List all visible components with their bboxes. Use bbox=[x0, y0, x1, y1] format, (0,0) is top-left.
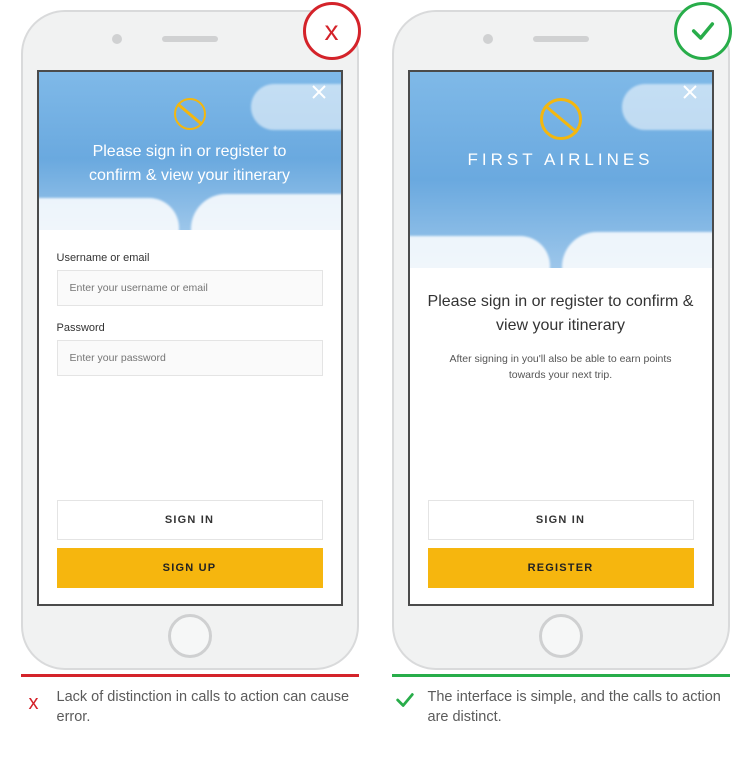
phone-speaker bbox=[533, 36, 589, 42]
caption-text-good: The interface is simple, and the calls t… bbox=[428, 687, 728, 728]
home-button[interactable] bbox=[539, 614, 583, 658]
phone-camera bbox=[112, 34, 122, 44]
sky-header: FIRST AIRLINES bbox=[410, 72, 712, 268]
logo-icon bbox=[174, 98, 206, 130]
phone-frame-good: FIRST AIRLINES Please sign in or registe… bbox=[392, 10, 730, 670]
sky-header: Please sign in or register to confirm & … bbox=[39, 72, 341, 230]
signin-label: SIGN IN bbox=[536, 514, 585, 526]
x-icon: x bbox=[325, 17, 339, 45]
password-input[interactable] bbox=[57, 340, 323, 376]
signin-label: SIGN IN bbox=[165, 514, 214, 526]
username-label: Username or email bbox=[57, 252, 323, 264]
cloud-icon bbox=[562, 232, 712, 268]
x-icon: x bbox=[23, 687, 45, 717]
brand-name: FIRST AIRLINES bbox=[467, 150, 653, 170]
signup-label: SIGN UP bbox=[163, 562, 217, 574]
caption-bar-bad bbox=[21, 674, 359, 677]
header-heading: Please sign in or register to confirm & … bbox=[39, 140, 341, 188]
check-icon bbox=[394, 687, 416, 711]
home-button[interactable] bbox=[168, 614, 212, 658]
intro-title: Please sign in or register to confirm & … bbox=[428, 290, 694, 338]
caption-bar-good bbox=[392, 674, 730, 677]
caption-text-bad: Lack of distinction in calls to action c… bbox=[57, 687, 357, 728]
username-input[interactable] bbox=[57, 270, 323, 306]
password-label: Password bbox=[57, 322, 323, 334]
cloud-icon bbox=[39, 198, 179, 230]
check-icon bbox=[689, 17, 717, 45]
signin-button[interactable]: SIGN IN bbox=[57, 500, 323, 540]
screen-bad: Please sign in or register to confirm & … bbox=[37, 70, 343, 606]
register-button[interactable]: REGISTER bbox=[428, 548, 694, 588]
cloud-icon bbox=[410, 236, 550, 268]
signup-button[interactable]: SIGN UP bbox=[57, 548, 323, 588]
signin-button[interactable]: SIGN IN bbox=[428, 500, 694, 540]
register-label: REGISTER bbox=[528, 562, 594, 574]
badge-good bbox=[674, 2, 732, 60]
cloud-icon bbox=[191, 194, 341, 230]
phone-camera bbox=[483, 34, 493, 44]
phone-frame-bad: x Please sign in or register to confirm … bbox=[21, 10, 359, 670]
logo-icon bbox=[540, 98, 582, 140]
screen-good: FIRST AIRLINES Please sign in or registe… bbox=[408, 70, 714, 606]
badge-bad: x bbox=[303, 2, 361, 60]
intro-subtitle: After signing in you'll also be able to … bbox=[428, 352, 694, 384]
phone-speaker bbox=[162, 36, 218, 42]
